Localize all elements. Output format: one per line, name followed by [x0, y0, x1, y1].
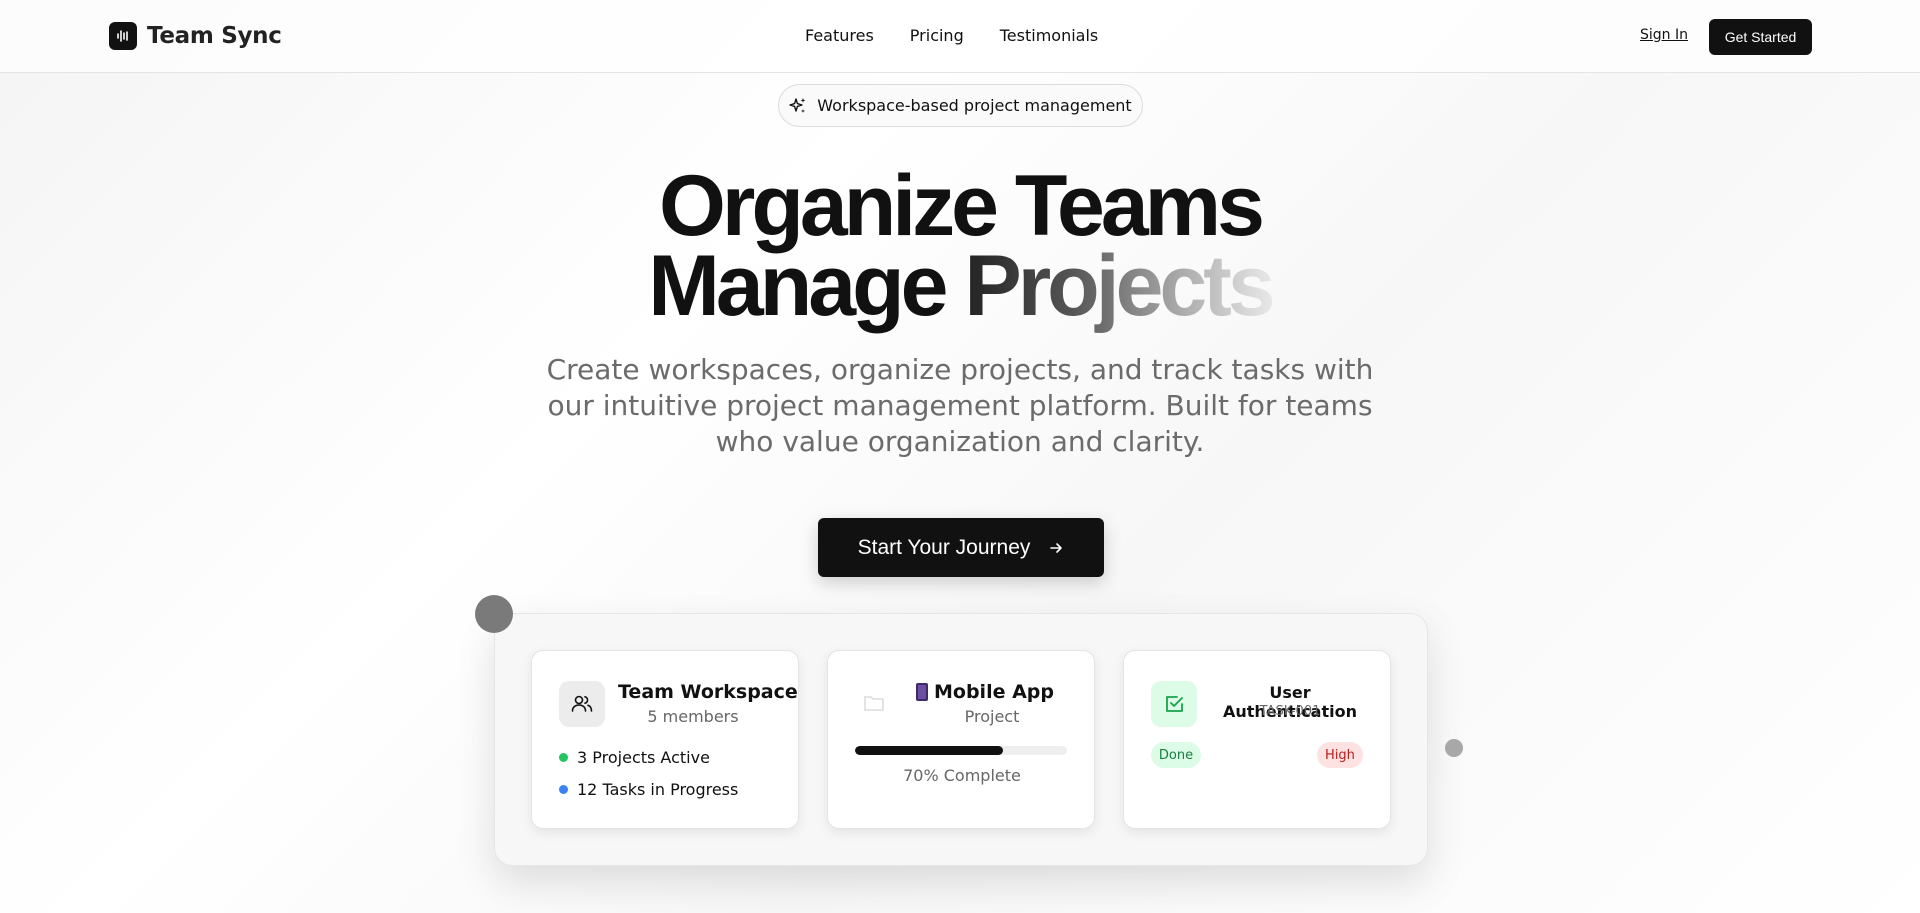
nav-links: Features Pricing Testimonials	[805, 26, 1098, 45]
project-type: Project	[964, 707, 1020, 726]
folder-icon	[864, 696, 884, 711]
cta-label: Start Your Journey	[857, 535, 1031, 559]
hero-subtitle: Create workspaces, organize projects, an…	[546, 353, 1374, 458]
hero-title-gradient: Projects	[964, 238, 1275, 334]
workspace-title: Team Workspace	[618, 681, 798, 703]
mobile-phone-icon	[916, 683, 928, 701]
logo-icon	[109, 22, 137, 50]
stat-label: 3 Projects Active	[577, 748, 710, 767]
nav-link-pricing[interactable]: Pricing	[910, 26, 964, 45]
decorative-dot-small	[1445, 739, 1463, 757]
get-started-button[interactable]: Get Started	[1709, 19, 1812, 55]
hero-title-line1: Organize Teams	[659, 158, 1265, 254]
hero-pill: Workspace-based project management	[778, 84, 1143, 127]
brand[interactable]: Team Sync	[109, 22, 282, 50]
top-nav: Team Sync Features Pricing Testimonials …	[0, 0, 1920, 73]
project-title-text: Mobile App	[934, 681, 1054, 703]
project-card[interactable]: Mobile App Project 70% Complete	[827, 650, 1095, 829]
status-dot-blue	[559, 785, 568, 794]
hero-title-plain: Manage	[648, 238, 965, 334]
stat-projects-active: 3 Projects Active	[559, 748, 710, 767]
task-card[interactable]: User Authentication TASK-001 Done High	[1123, 650, 1391, 829]
users-icon	[559, 681, 605, 727]
project-title: Mobile App	[916, 681, 1054, 703]
progress-bar-fill	[855, 746, 1004, 755]
brand-name: Team Sync	[147, 23, 282, 49]
workspace-card[interactable]: Team Workspace 5 members 3 Projects Acti…	[531, 650, 799, 829]
nav-link-testimonials[interactable]: Testimonials	[1000, 26, 1099, 45]
pill-label: Workspace-based project management	[817, 96, 1132, 115]
stat-tasks-in-progress: 12 Tasks in Progress	[559, 780, 738, 799]
stat-label: 12 Tasks in Progress	[577, 780, 739, 799]
nav-link-features[interactable]: Features	[805, 26, 874, 45]
sign-in-link[interactable]: Sign In	[1640, 27, 1688, 43]
sparkles-icon	[789, 97, 806, 113]
status-dot-green	[559, 753, 568, 762]
arrow-right-icon	[1050, 542, 1063, 553]
priority-badge-high: High	[1317, 742, 1363, 768]
status-badge-done: Done	[1151, 742, 1201, 768]
check-square-icon	[1151, 681, 1197, 727]
decorative-dot-large	[475, 595, 513, 633]
progress-text: 70% Complete	[903, 766, 1021, 785]
workspace-members: 5 members	[647, 707, 739, 726]
hero-title-line2: Manage Projects	[0, 243, 1920, 329]
start-journey-button[interactable]: Start Your Journey	[818, 518, 1104, 577]
progress-bar	[855, 746, 1067, 755]
task-id: TASK-001	[1259, 704, 1321, 719]
